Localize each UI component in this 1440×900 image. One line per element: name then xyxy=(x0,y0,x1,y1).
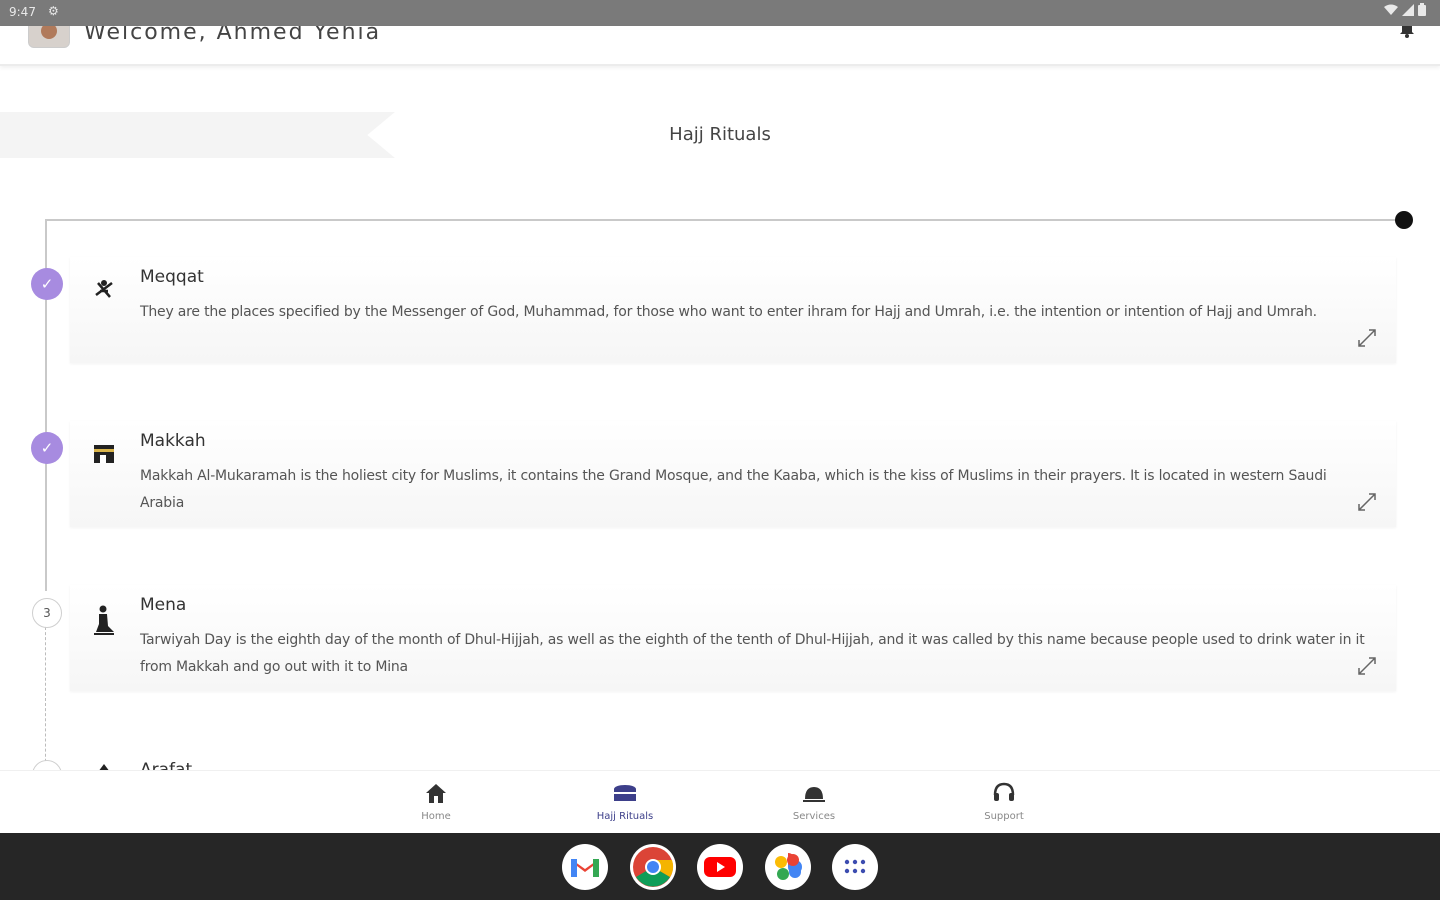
timeline-dashed-line xyxy=(45,627,46,777)
app-header: Welcome, Ahmed Yehia xyxy=(0,26,1440,66)
status-indicators xyxy=(1384,3,1426,16)
photos-app-icon[interactable] xyxy=(765,844,811,890)
battery-icon xyxy=(1418,3,1426,16)
chrome-icon xyxy=(633,847,674,887)
ritual-title: Meqqat xyxy=(140,267,204,287)
gmail-app-icon[interactable] xyxy=(562,844,608,890)
timeline-top-line xyxy=(45,219,1405,221)
nav-item-hajj-rituals[interactable]: Hajj Rituals xyxy=(575,781,675,822)
system-taskbar xyxy=(0,833,1440,900)
kaaba-icon xyxy=(94,445,114,463)
ritual-card-meqqat[interactable]: Meqqat They are the places specified by … xyxy=(70,257,1396,363)
page-title: Hajj Rituals xyxy=(669,124,771,145)
ihram-icon xyxy=(95,280,113,298)
step-number-3: 3 xyxy=(32,598,62,628)
ritual-title: Makkah xyxy=(140,431,206,451)
notification-bell-icon[interactable] xyxy=(1398,26,1416,38)
nav-item-home[interactable]: Home xyxy=(386,781,486,822)
chrome-app-icon[interactable] xyxy=(630,844,676,890)
nav-label: Services xyxy=(792,811,836,822)
status-bar: 9:47 ⚙ xyxy=(0,0,1440,26)
app-drawer-icon[interactable] xyxy=(832,844,878,890)
ritual-card-mena[interactable]: Mena Tarwiyah Day is the eighth day of t… xyxy=(70,585,1396,691)
ritual-card-makkah[interactable]: Makkah Makkah Al-Mukaramah is the holies… xyxy=(70,421,1396,527)
prayer-icon xyxy=(94,605,114,635)
gmail-icon xyxy=(571,859,599,877)
headset-icon xyxy=(993,782,1015,801)
timeline-end-dot xyxy=(1395,211,1413,229)
bottom-navigation: Home Hajj Rituals Services Support xyxy=(0,770,1440,834)
ritual-description: Makkah Al-Mukaramah is the holiest city … xyxy=(140,468,1327,511)
ritual-description: Tarwiyah Day is the eighth day of the mo… xyxy=(140,632,1365,675)
nav-item-services[interactable]: Services xyxy=(764,781,864,822)
photos-icon xyxy=(775,853,802,880)
kaaba-icon xyxy=(614,785,636,801)
wifi-icon xyxy=(1384,4,1398,15)
nav-label: Hajj Rituals xyxy=(596,811,654,822)
welcome-text: Welcome, Ahmed Yehia xyxy=(84,26,382,45)
ritual-description: They are the places specified by the Mes… xyxy=(140,304,1317,320)
signal-icon xyxy=(1402,3,1414,16)
status-time: 9:47 xyxy=(9,5,36,19)
ritual-title: Mena xyxy=(140,595,187,615)
settings-status-icon: ⚙ xyxy=(48,4,59,18)
nav-item-support[interactable]: Support xyxy=(954,781,1054,822)
home-icon xyxy=(426,784,446,803)
nav-label: Home xyxy=(421,811,451,822)
expand-icon[interactable] xyxy=(1356,655,1378,677)
avatar[interactable] xyxy=(28,26,70,48)
youtube-icon xyxy=(704,857,736,877)
services-icon xyxy=(803,787,825,802)
step-done-check-icon: ✓ xyxy=(31,268,63,300)
grid-dots-icon xyxy=(844,859,866,874)
step-done-check-icon: ✓ xyxy=(31,432,63,464)
nav-label: Support xyxy=(984,811,1024,822)
youtube-app-icon[interactable] xyxy=(697,844,743,890)
expand-icon[interactable] xyxy=(1356,327,1378,349)
expand-icon[interactable] xyxy=(1356,491,1378,513)
